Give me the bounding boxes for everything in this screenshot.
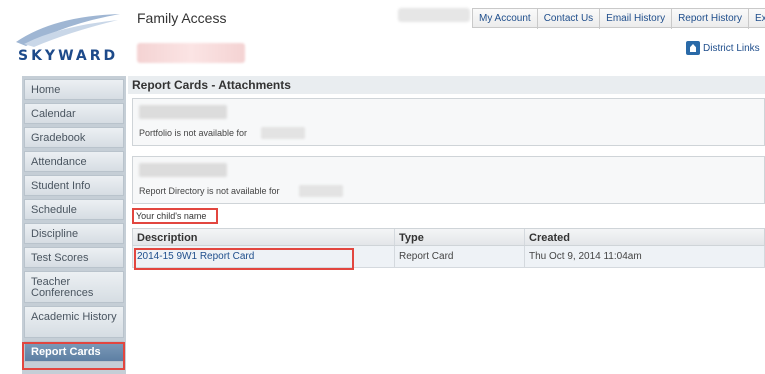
top-links: My Account Contact Us Email History Repo… (472, 8, 765, 29)
sidebar-item-discipline[interactable]: Discipline (24, 223, 124, 244)
report-directory-box: Report Directory is not available for (132, 156, 765, 204)
report-cards-highlight (22, 342, 125, 370)
report-card-highlight (134, 248, 354, 270)
sidebar-item-academic-history[interactable]: Academic History (24, 306, 124, 338)
report-history-link[interactable]: Report History (672, 9, 749, 29)
col-type[interactable]: Type (395, 229, 525, 245)
page-title: Report Cards - Attachments (128, 76, 765, 94)
redacted-heading (139, 105, 227, 119)
sidebar-item-test-scores[interactable]: Test Scores (24, 247, 124, 268)
sidebar-item-gradebook[interactable]: Gradebook (24, 127, 124, 148)
redacted-heading (139, 163, 227, 177)
child-name-highlight (132, 208, 218, 224)
sidebar-item-schedule[interactable]: Schedule (24, 199, 124, 220)
type-cell: Report Card (395, 246, 525, 267)
district-links-label: District Links (703, 42, 760, 54)
col-description[interactable]: Description (133, 229, 395, 245)
email-history-link[interactable]: Email History (600, 9, 673, 29)
col-created[interactable]: Created (525, 229, 764, 245)
portfolio-message: Portfolio is not available for (139, 128, 248, 138)
my-account-link[interactable]: My Account (473, 9, 538, 29)
sidebar-item-student-info[interactable]: Student Info (24, 175, 124, 196)
portfolio-box: Portfolio is not available for (132, 98, 765, 146)
skyward-logo: SKYWARD (14, 12, 124, 70)
district-icon (686, 41, 700, 55)
sidebar-item-attendance[interactable]: Attendance (24, 151, 124, 172)
logo-text: SKYWARD (18, 48, 119, 64)
redacted-name (299, 185, 343, 197)
sidebar: Home Calendar Gradebook Attendance Stude… (22, 76, 126, 374)
sidebar-item-calendar[interactable]: Calendar (24, 103, 124, 124)
app-title: Family Access (137, 10, 227, 26)
sidebar-item-teacher-conferences[interactable]: Teacher Conferences (24, 271, 124, 303)
student-name-redacted[interactable] (137, 43, 245, 63)
user-name-redacted (398, 8, 470, 22)
table-header: Description Type Created (132, 228, 765, 246)
sidebar-item-home[interactable]: Home (24, 79, 124, 100)
created-cell: Thu Oct 9, 2014 11:04am (529, 251, 642, 262)
district-links[interactable]: District Links (686, 41, 760, 55)
contact-us-link[interactable]: Contact Us (538, 9, 601, 29)
main-content: Report Cards - Attachments Portfolio is … (128, 76, 765, 374)
directory-message: Report Directory is not available for (139, 186, 280, 196)
header: SKYWARD Family Access My Account Contact… (0, 0, 765, 78)
exit-link[interactable]: Exit (749, 9, 765, 29)
redacted-name (261, 127, 305, 139)
